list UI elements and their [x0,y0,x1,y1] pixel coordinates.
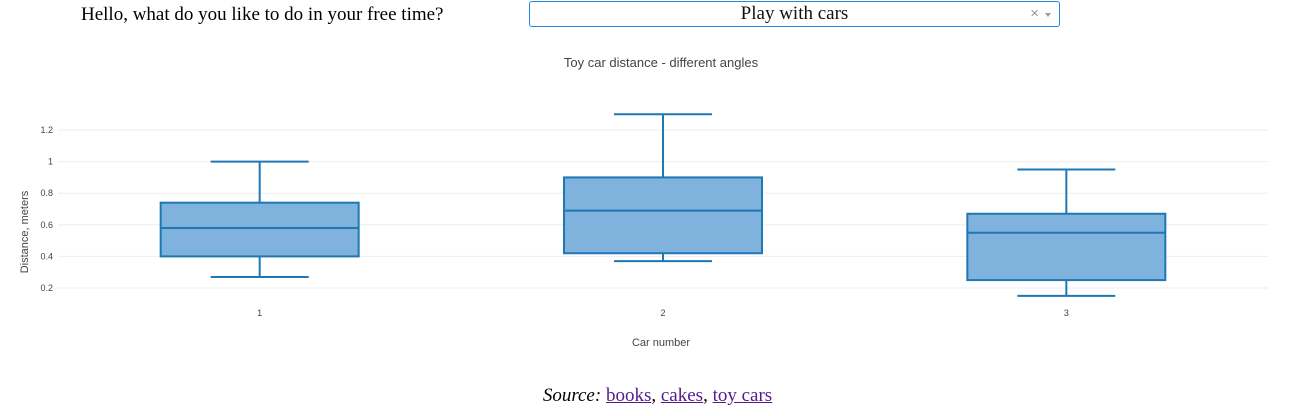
y-tick-label: 0.2 [40,283,53,293]
chevron-down-icon[interactable] [1045,13,1051,17]
y-axis-ticks: 0.2 0.4 0.6 0.8 1 1.2 [40,125,53,293]
x-tick-label: 3 [1064,308,1069,318]
box-3 [966,168,1167,297]
link-toy-cars[interactable]: toy cars [713,385,773,406]
link-cakes[interactable]: cakes [661,385,703,406]
y-tick-label: 0.8 [40,188,53,198]
clear-icon[interactable]: × [1030,5,1039,22]
separator: , [651,385,657,406]
link-books[interactable]: books [606,385,651,406]
source-line: Source: books, cakes, toy cars [0,385,1315,407]
iqr-box [563,176,763,255]
box-plot-chart: Toy car distance - different angles 0.20… [19,55,1268,349]
chart-title: Toy car distance - different angles [564,55,759,70]
y-tick-label: 0.6 [40,220,53,230]
source-label: Source: [542,385,602,406]
y-axis-label: Distance, meters [19,190,31,273]
x-axis-label: Car number [632,337,690,349]
x-tick-label: 2 [660,308,665,318]
iqr-box [159,201,360,258]
y-tick-label: 1.2 [40,125,53,135]
y-tick-label: 1 [48,157,53,167]
dropdown-selected-value: Play with cars [740,3,849,24]
x-axis-ticks: 1 2 3 [257,308,1069,318]
box-1 [159,160,360,278]
boxes [159,113,1167,297]
iqr-box [966,212,1167,282]
separator: , [703,385,708,406]
activity-dropdown[interactable]: Play with cars × [529,1,1060,27]
box-2 [563,113,763,263]
x-tick-label: 1 [257,308,262,318]
question-text: Hello, what do you like to do in your fr… [81,4,444,25]
y-tick-label: 0.4 [40,251,53,261]
